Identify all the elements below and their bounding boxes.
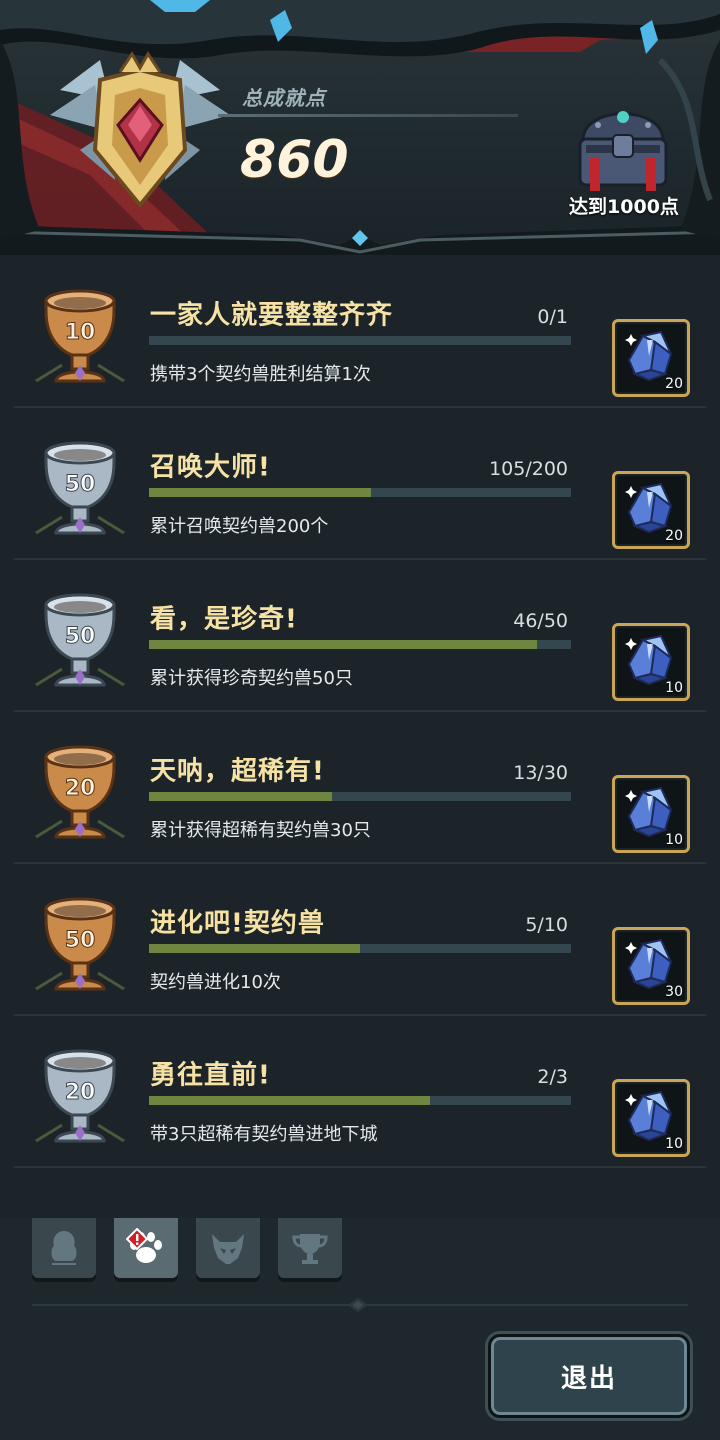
progress-bar-fill — [149, 488, 371, 497]
reward-slot[interactable]: 20 — [612, 471, 690, 549]
achievement-progress-bar — [149, 1096, 571, 1105]
achievement-description: 带3只超稀有契约兽进地下城 — [150, 1124, 378, 1145]
achievement-progress-text: 13/30 — [513, 762, 568, 784]
trophy-icon — [292, 1234, 328, 1264]
progress-bar-fill — [149, 640, 538, 649]
achievement-row[interactable]: 50 看，是珍奇! 46/50 累计获得珍奇契约兽50只 10 — [14, 559, 706, 712]
reward-count: 20 — [665, 376, 683, 392]
crystal-icon — [621, 782, 677, 838]
reward-slot[interactable]: 10 — [612, 1079, 690, 1157]
reward-count: 10 — [665, 680, 683, 696]
bottom-panel: 退出 — [0, 1218, 720, 1440]
reward-slot[interactable]: 30 — [612, 927, 690, 1005]
reward-slot[interactable]: 10 — [612, 623, 690, 701]
achievement-title: 天呐，超稀有! — [150, 756, 325, 787]
achievement-progress-text: 105/200 — [489, 458, 568, 480]
progress-bar-fill — [149, 944, 360, 953]
achievement-progress-text: 0/1 — [537, 306, 568, 328]
achievement-row[interactable]: 20 勇往直前! 2/3 带3只超稀有契约兽进地下城 10 — [14, 1015, 706, 1168]
rank-emblem-icon — [50, 51, 230, 209]
crystal-icon — [621, 326, 677, 382]
divider-ornament-icon — [348, 1298, 368, 1312]
achievement-description: 累计获得超稀有契约兽30只 — [150, 820, 371, 841]
total-points-value: 860 — [240, 130, 349, 190]
reward-count: 20 — [665, 528, 683, 544]
total-points-label: 总成就点 — [242, 86, 326, 110]
alert-icon — [126, 1228, 148, 1250]
achievement-progress-text: 46/50 — [513, 610, 568, 632]
chest-goal-label: 达到1000点 — [569, 196, 679, 218]
tab-pets[interactable] — [114, 1218, 178, 1278]
tab-monsters[interactable] — [196, 1218, 260, 1278]
achievement-description: 契约兽进化10次 — [150, 972, 281, 993]
achievement-progress-bar — [149, 792, 571, 801]
svg-text:50: 50 — [65, 472, 96, 497]
reward-slot[interactable]: 10 — [612, 775, 690, 853]
achievement-header: 总成就点 860 达到1000点 — [0, 0, 720, 255]
reward-count: 10 — [665, 1136, 683, 1152]
svg-text:50: 50 — [65, 624, 96, 649]
total-points-underline — [218, 114, 518, 117]
achievement-description: 累计获得珍奇契约兽50只 — [150, 668, 353, 689]
achievement-progress-bar — [149, 944, 571, 953]
silver-trophy-icon: 50 — [35, 593, 125, 687]
exit-button[interactable]: 退出 — [488, 1334, 690, 1418]
crystal-icon — [621, 478, 677, 534]
bronze-trophy-icon: 50 — [35, 897, 125, 991]
achievement-row[interactable]: 20 天呐，超稀有! 13/30 累计获得超稀有契约兽30只 10 — [14, 711, 706, 864]
progress-bar-fill — [149, 1096, 431, 1105]
crystal-icon — [621, 934, 677, 990]
reward-slot[interactable]: 20 — [612, 319, 690, 397]
svg-text:20: 20 — [65, 1080, 96, 1105]
achievement-title: 看，是珍奇! — [150, 604, 298, 635]
achievement-title: 一家人就要整整齐齐 — [150, 300, 394, 331]
tab-trophies[interactable] — [278, 1218, 342, 1278]
achievement-title: 勇往直前! — [150, 1060, 271, 1091]
silver-trophy-icon: 50 — [35, 441, 125, 535]
achievement-title: 进化吧!契约兽 — [150, 908, 325, 939]
svg-text:20: 20 — [65, 776, 96, 801]
crystal-icon — [621, 1086, 677, 1142]
achievement-progress-bar — [149, 640, 571, 649]
reward-count: 30 — [665, 984, 683, 1000]
progress-bar-fill — [149, 792, 332, 801]
achievement-description: 携带3个契约兽胜利结算1次 — [150, 364, 371, 385]
reward-count: 10 — [665, 832, 683, 848]
achievement-row[interactable]: 50 进化吧!契约兽 5/10 契约兽进化10次 30 — [14, 863, 706, 1016]
achievement-progress-text: 5/10 — [525, 914, 568, 936]
achievement-description: 累计召唤契约兽200个 — [150, 516, 329, 537]
svg-text:50: 50 — [65, 928, 96, 953]
achievement-progress-text: 2/3 — [537, 1066, 568, 1088]
bronze-trophy-icon: 10 — [35, 289, 125, 383]
silver-trophy-icon: 20 — [35, 1049, 125, 1143]
crystal-icon — [621, 630, 677, 686]
tab-character[interactable] — [32, 1218, 96, 1278]
monster-mask-icon — [212, 1234, 244, 1264]
achievement-row[interactable]: 50 召唤大师! 105/200 累计召唤契约兽200个 20 — [14, 407, 706, 560]
achievement-progress-bar — [149, 488, 571, 497]
achievement-title: 召唤大师! — [150, 452, 271, 483]
svg-text:10: 10 — [65, 320, 96, 345]
achievement-progress-bar — [149, 336, 571, 345]
character-silhouette-icon — [51, 1230, 77, 1265]
treasure-chest-icon[interactable] — [568, 95, 678, 195]
bronze-trophy-icon: 20 — [35, 745, 125, 839]
achievement-row[interactable]: 10 一家人就要整整齐齐 0/1 携带3个契约兽胜利结算1次 20 — [14, 255, 706, 408]
